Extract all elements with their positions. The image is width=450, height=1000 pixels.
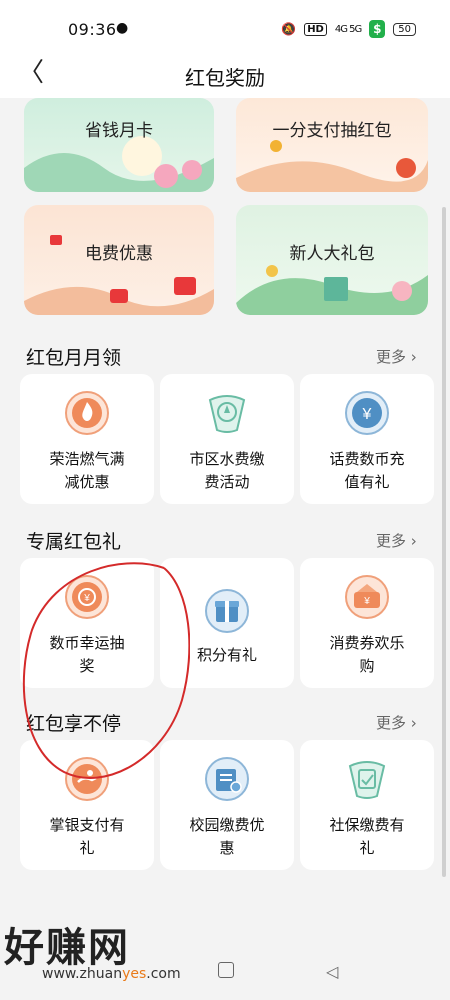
banner-newcomer-gift[interactable]: 新人大礼包 xyxy=(236,205,428,315)
hd-icon: HD xyxy=(304,22,327,36)
scrollbar[interactable] xyxy=(442,207,446,877)
home-key-icon[interactable] xyxy=(218,962,234,978)
more-link[interactable]: 更多 › xyxy=(376,712,417,733)
annotation-circle xyxy=(22,562,190,779)
page-title: 红包奖励 xyxy=(185,66,265,90)
reward-card[interactable]: ¥ 话费数币充 值有礼 xyxy=(300,374,434,504)
reward-card-label: 社保缴费有礼 xyxy=(329,816,405,857)
reward-card-label: 校园缴费优惠 xyxy=(189,816,265,857)
mute-icon: 🔕 xyxy=(281,22,297,36)
coupon-shop-icon: ¥ xyxy=(344,574,390,620)
reward-card-label: 市区水费缴 费活动 xyxy=(189,450,265,491)
banner-penny-lottery[interactable]: 一分支付抽红包 xyxy=(236,98,428,192)
security-shield-icon: $ xyxy=(369,20,386,38)
reward-card[interactable]: 社保缴费有礼 xyxy=(300,740,434,870)
digital-yuan-icon: ¥ xyxy=(344,390,390,436)
watermark-url: www.zhuanyes.com xyxy=(42,966,181,982)
status-time: 09:36 xyxy=(68,20,117,39)
water-drop-icon xyxy=(204,390,250,436)
back-key-icon[interactable]: ◁ xyxy=(326,962,338,984)
reward-card-label: 荣浩燃气满 减优惠 xyxy=(49,450,125,491)
reward-card[interactable]: ¥ 消费券欢乐购 xyxy=(300,558,434,688)
book-icon xyxy=(204,756,250,802)
wechat-icon: ● xyxy=(116,20,129,36)
banner-label: 省钱月卡 xyxy=(85,121,153,141)
reward-card-label: 话费数币充 值有礼 xyxy=(329,450,405,491)
status-indicators: 🔕 HD 4G 5G $ 50 xyxy=(281,20,416,38)
banner-electricity-discount[interactable]: 电费优惠 xyxy=(24,205,214,315)
banner-label: 一分支付抽红包 xyxy=(272,121,392,141)
nav-bar: 〈 红包奖励 xyxy=(0,52,450,98)
banner-mountain-art xyxy=(236,140,428,192)
banner-label: 新人大礼包 xyxy=(289,244,375,264)
reward-card[interactable]: 荣浩燃气满 减优惠 xyxy=(20,374,154,504)
reward-card-label: 掌银支付有礼 xyxy=(49,816,125,857)
social-security-icon xyxy=(344,756,390,802)
section-title: 专属红包礼 xyxy=(26,531,122,553)
flame-icon xyxy=(64,390,110,436)
signal-icon: 4G 5G xyxy=(334,23,362,35)
reward-card-label: 消费券欢乐购 xyxy=(329,634,405,675)
section-title: 红包月月领 xyxy=(26,347,122,369)
banner-savings-card[interactable]: 省钱月卡 xyxy=(24,98,214,192)
battery-icon: 50 xyxy=(393,22,416,36)
reward-card[interactable]: 市区水费缴 费活动 xyxy=(160,374,294,504)
more-link[interactable]: 更多 › xyxy=(376,530,417,551)
svg-text:¥: ¥ xyxy=(363,596,370,607)
status-bar: 09:36 ● 🔕 HD 4G 5G $ 50 xyxy=(0,0,450,52)
more-link[interactable]: 更多 › xyxy=(376,346,417,367)
banner-mountain-art xyxy=(24,136,214,192)
watermark-logo: 好赚网 xyxy=(4,925,130,971)
banner-label: 电费优惠 xyxy=(85,244,153,264)
gift-box-icon xyxy=(204,588,250,634)
svg-text:¥: ¥ xyxy=(362,406,372,423)
